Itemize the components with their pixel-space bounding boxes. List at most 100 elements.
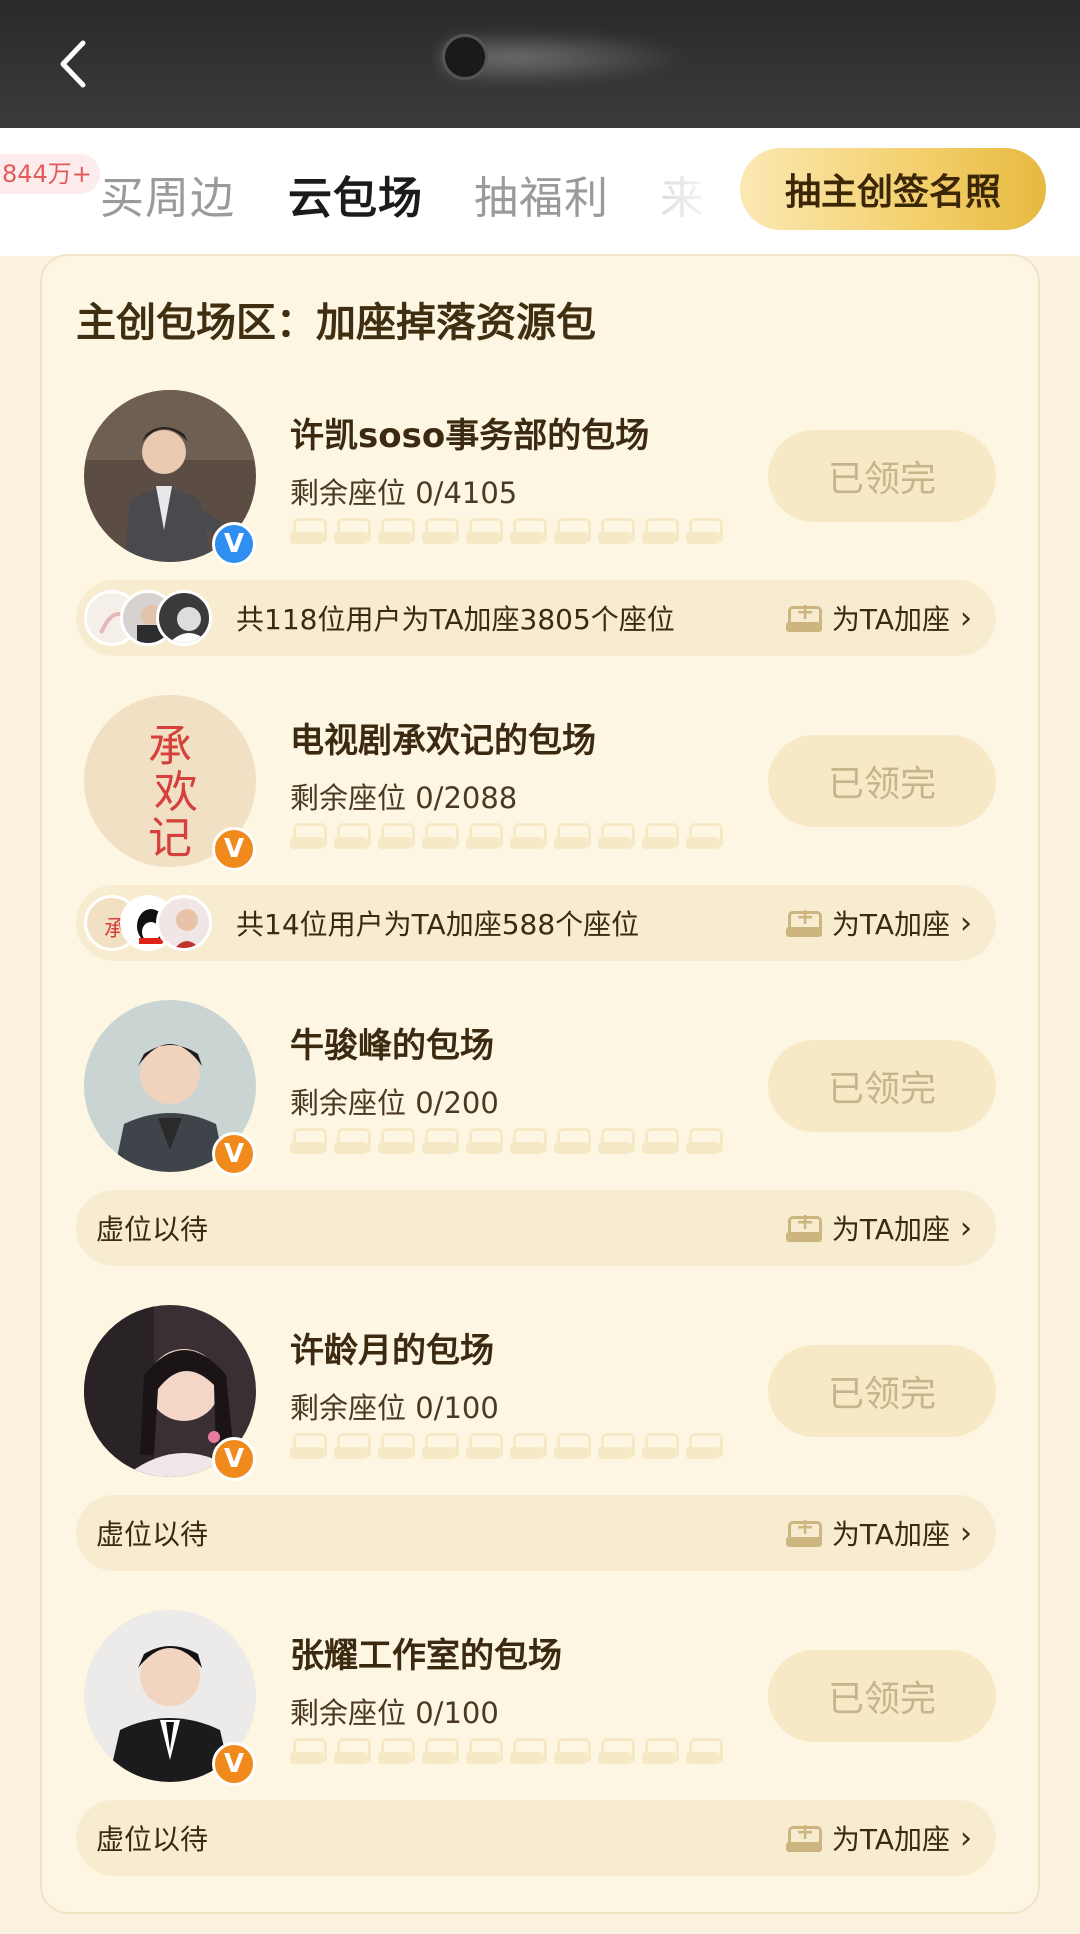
seat-icon [422, 821, 459, 851]
seat-icon [554, 1431, 591, 1461]
claimed-button[interactable]: 已领完 [768, 430, 996, 522]
seat-icon [554, 821, 591, 851]
seat-icon [466, 1431, 503, 1461]
seat-icon [466, 1736, 503, 1766]
supporters-bar[interactable]: 虚位以待 为TA加座 › [76, 1190, 996, 1266]
add-seat-icon [785, 600, 822, 634]
chevron-right-icon: › [960, 1210, 972, 1246]
screening-entry: V 许龄月的包场 剩余座位 0/100 已领完 虚位以待 为TA加座 › [42, 1305, 1042, 1610]
seat-icon [510, 1736, 547, 1766]
add-seat-icon [785, 1210, 822, 1244]
add-seat-label: 为TA加座 [831, 908, 950, 941]
claimed-button[interactable]: 已领完 [768, 1650, 996, 1742]
seat-icon [642, 1126, 679, 1156]
seat-icons [290, 1736, 723, 1770]
seat-icon [290, 1431, 327, 1461]
seat-icon [466, 1126, 503, 1156]
back-button[interactable] [44, 36, 100, 92]
supporters-bar[interactable]: 虚位以待 为TA加座 › [76, 1800, 996, 1876]
verified-badge-icon: V [212, 827, 256, 871]
seat-icon [422, 1126, 459, 1156]
add-seat-button[interactable]: 为TA加座 › [785, 596, 972, 640]
add-seat-button[interactable]: 为TA加座 › [785, 901, 972, 945]
remaining-seats: 剩余座位 0/100 [290, 1391, 499, 1425]
svg-text:记: 记 [148, 813, 192, 864]
chevron-right-icon: › [960, 1515, 972, 1551]
screening-name: 许凯soso事务部的包场 [290, 416, 650, 456]
chevron-right-icon: › [960, 905, 972, 941]
claimed-button[interactable]: 已领完 [768, 1040, 996, 1132]
seat-icon [686, 1736, 723, 1766]
add-seat-button[interactable]: 为TA加座 › [785, 1206, 972, 1250]
seat-icon [290, 1736, 327, 1766]
remaining-seats: 剩余座位 0/200 [290, 1086, 499, 1120]
seat-icon [378, 1736, 415, 1766]
add-seat-button[interactable]: 为TA加座 › [785, 1511, 972, 1555]
claimed-button[interactable]: 已领完 [768, 1345, 996, 1437]
screening-entry: V 牛骏峰的包场 剩余座位 0/200 已领完 虚位以待 为TA加座 › [42, 1000, 1042, 1305]
supporter-avatar [156, 590, 212, 646]
supporter-avatar [156, 895, 212, 951]
add-seat-icon [785, 1820, 822, 1854]
seat-icon [554, 1736, 591, 1766]
supporters-summary: 共14位用户为TA加座588个座位 [236, 908, 640, 941]
seat-icon [598, 1126, 635, 1156]
screening-name: 电视剧承欢记的包场 [290, 721, 596, 761]
supporters-bar[interactable]: 虚位以待 为TA加座 › [76, 1495, 996, 1571]
add-seat-label: 为TA加座 [831, 1823, 950, 1856]
svg-text:欢: 欢 [154, 767, 198, 818]
seat-icon [686, 1126, 723, 1156]
seat-icon [686, 1431, 723, 1461]
seat-icon [686, 516, 723, 546]
verified-badge-icon: V [212, 522, 256, 566]
add-seat-icon [785, 905, 822, 939]
seat-icon [422, 516, 459, 546]
seat-icon [422, 1736, 459, 1766]
seat-icon [642, 1736, 679, 1766]
chevron-right-icon: › [960, 1820, 972, 1856]
remaining-seats: 剩余座位 0/4105 [290, 476, 518, 510]
seat-icon [378, 821, 415, 851]
seat-icon [378, 1126, 415, 1156]
top-nav-bar [0, 0, 1080, 128]
tab-bar: 844万+ 买周边 云包场 抽福利 来 抽主创签名照 [0, 128, 1080, 256]
section-title: 主创包场区：加座掉落资源包 [76, 300, 596, 346]
verified-badge-icon: V [212, 1132, 256, 1176]
signed-photo-draw-button[interactable]: 抽主创签名照 [740, 148, 1046, 230]
seat-icons [290, 516, 723, 550]
seat-icons [290, 1126, 723, 1160]
seat-icon [334, 1431, 371, 1461]
claimed-button[interactable]: 已领完 [768, 735, 996, 827]
tab-cloud-screening[interactable]: 云包场 [288, 162, 423, 226]
count-badge: 844万+ [0, 154, 100, 194]
seat-icon [378, 516, 415, 546]
tab-lottery[interactable]: 抽福利 [474, 162, 609, 226]
tab-buy-merch[interactable]: 买周边 [100, 162, 235, 226]
verified-badge-icon: V [212, 1437, 256, 1481]
chevron-left-icon [60, 40, 86, 88]
seat-icon [554, 516, 591, 546]
verified-badge-icon: V [212, 1742, 256, 1786]
seat-icon [466, 821, 503, 851]
screening-zone-card: 主创包场区：加座掉落资源包 V 许凯soso事务部的包场 剩余座位 0/4105 [40, 254, 1040, 1914]
screening-entry: V 许凯soso事务部的包场 剩余座位 0/4105 已领完 共118位用户为T… [42, 390, 1042, 695]
seat-icon [290, 1126, 327, 1156]
seat-icon [378, 1431, 415, 1461]
seat-icon [510, 516, 547, 546]
chevron-right-icon: › [960, 600, 972, 636]
remaining-seats: 剩余座位 0/100 [290, 1696, 499, 1730]
screening-entry: 承 欢 记 V 电视剧承欢记的包场 剩余座位 0/2088 已领完 承 共14位… [42, 695, 1042, 1000]
seat-icons [290, 821, 723, 855]
screening-name: 牛骏峰的包场 [290, 1026, 494, 1066]
seat-icon [422, 1431, 459, 1461]
seat-icons [290, 1431, 723, 1465]
supporters-summary: 虚位以待 [96, 1823, 209, 1856]
supporters-bar[interactable]: 承 共14位用户为TA加座588个座位 为TA加座 › [76, 885, 996, 961]
add-seat-icon [785, 1515, 822, 1549]
supporters-bar[interactable]: 共118位用户为TA加座3805个座位 为TA加座 › [76, 580, 996, 656]
seat-icon [686, 821, 723, 851]
add-seat-button[interactable]: 为TA加座 › [785, 1816, 972, 1860]
seat-icon [290, 821, 327, 851]
seat-icon [642, 821, 679, 851]
seat-icon [598, 516, 635, 546]
